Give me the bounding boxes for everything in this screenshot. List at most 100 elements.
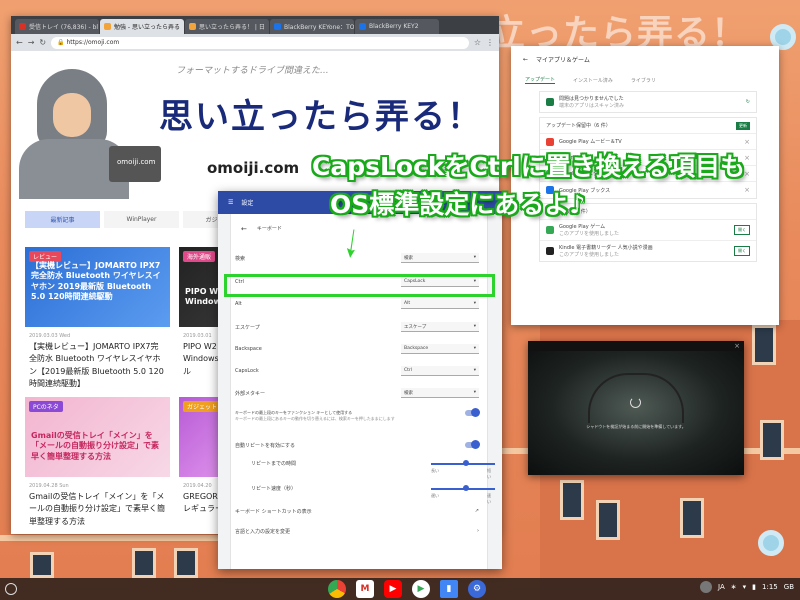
browser-tab[interactable]: BlackBerry KEY2 (355, 19, 439, 34)
setting-row-backspace: Backspace Backspace ▾ (235, 342, 479, 356)
slider-max-label: 速い (487, 493, 491, 504)
tab-label: 勉強 - 思い立ったら弄る (114, 24, 180, 31)
app-name: Kindle 電子書籍リーダー 人気小説や漫画 (559, 245, 653, 251)
article-date: 2019.03.03 Wed (29, 333, 71, 339)
tab-label: BlackBerry KEY2 (369, 23, 419, 30)
laptop-label: omoiji.com (117, 158, 156, 166)
key-select[interactable]: Ctrl ▾ (401, 366, 479, 376)
play-store-icon[interactable]: ▶ (412, 580, 430, 598)
pinned-apps: M ▶ ▶ ▮ ⚙ (328, 580, 486, 598)
star-icon[interactable]: ☆ (474, 38, 481, 47)
play-header: ← マイアプリ＆ゲーム (511, 46, 779, 73)
repeat-rate-slider[interactable] (431, 485, 495, 491)
address-bar[interactable]: 🔒 https://omoji.com (51, 36, 469, 49)
tab-label: 受信トレイ (76,836) - bl (29, 24, 99, 31)
article-card[interactable]: レビュー 【実機レビュー】JOMARTO IPX7完全防水 Bluetooth … (25, 247, 170, 391)
battery-icon: ▮ (752, 583, 757, 591)
article-title[interactable]: Gmailの受信トレイ「メイン」を「メールの自動振り分け設定」で素早く簡単整理す… (29, 491, 166, 528)
status-tray[interactable]: JA ∗ ▾ ▮ 1:15 GB (700, 581, 794, 593)
ime-indicator[interactable]: JA (718, 583, 725, 591)
key-select[interactable]: Alt ▾ (401, 299, 479, 309)
key-select[interactable]: 検索 ▾ (401, 253, 479, 263)
page-title: キーボード (256, 226, 282, 232)
menu-icon[interactable]: ⋮ (486, 38, 494, 47)
tab-library[interactable]: ライブラリ (631, 77, 656, 84)
settings-icon[interactable]: ⚙ (468, 580, 486, 598)
gmail-icon (19, 23, 26, 30)
article-title[interactable]: 【実機レビュー】JOMARTO IPX7完全防水 Bluetooth ワイヤレス… (29, 341, 166, 391)
key-select[interactable]: Backspace ▾ (401, 344, 479, 354)
reload-icon[interactable]: ↻ (39, 38, 46, 47)
setting-label: 検索 (235, 255, 246, 262)
update-all-button[interactable]: 更新 (736, 121, 750, 130)
clock: 1:15 (762, 583, 778, 591)
site-icon (274, 23, 281, 30)
slider-min-label: 遅い (431, 493, 439, 498)
setting-label: 言語と入力の設定を変更 (235, 528, 291, 535)
open-button[interactable]: 開く (734, 246, 750, 256)
settings-window[interactable]: ☰ 設定 ← キーボード 検索 検索 ▾ Ctrl CapsLock ▾ Alt Alt ▾… (218, 191, 502, 569)
browser-tab-active[interactable]: 勉強 - 思い立ったら弄る (100, 19, 184, 34)
select-value: Alt (404, 301, 411, 306)
article-thumbnail: PCのネタ Gmailの受信トレイ「メイン」を「メールの自動振り分け設定」で素早… (25, 397, 170, 477)
setting-label: Backspace (235, 346, 262, 352)
keyboard-layout-indicator: GB (783, 583, 794, 591)
gmail-icon[interactable]: M (356, 580, 374, 598)
dropdown-icon: ▾ (473, 390, 476, 395)
tab-strip: 受信トレイ (76,836) - bl 勉強 - 思い立ったら弄る 思い立ったら… (11, 16, 499, 34)
play-title: マイアプリ＆ゲーム (536, 57, 590, 64)
open-button[interactable]: 開く (734, 225, 750, 235)
shelf: M ▶ ▶ ▮ ⚙ JA ∗ ▾ ▮ 1:15 GB (0, 578, 800, 600)
category-tab-winplayer[interactable]: WinPlayer (104, 211, 179, 228)
setting-row-input[interactable]: 言語と入力の設定を変更 › (235, 524, 479, 538)
tab-updates[interactable]: アップデート (525, 76, 556, 84)
setting-label: キーボードの最上段のキーをファンクション キーとして使用する (235, 410, 353, 415)
settings-title: 設定 (241, 200, 254, 207)
back-icon[interactable]: ← (523, 56, 528, 63)
site-logo[interactable]: 思い立ったら弄る！ (159, 89, 483, 138)
setting-label: 自動リピートを有効にする (235, 442, 296, 449)
repeat-delay-slider[interactable] (431, 460, 495, 466)
browser-tab[interactable]: 受信トレイ (76,836) - bl (15, 19, 99, 34)
article-card[interactable]: PCのネタ Gmailの受信トレイ「メイン」を「メールの自動振り分け設定」で素早… (25, 397, 170, 529)
close-icon[interactable]: × (744, 170, 750, 178)
annotation-line-1: CapsLockをCtrlに置き換える項目も (312, 152, 745, 181)
tab-installed[interactable]: インストール済み (573, 77, 613, 84)
arrow-down-icon (345, 229, 358, 259)
select-value: 検索 (404, 255, 413, 261)
refresh-icon[interactable]: ↻ (746, 99, 750, 105)
app-icon (546, 247, 554, 255)
close-icon[interactable]: × (744, 154, 750, 162)
video-window[interactable]: × シャドウトを検証が始まる前に開始を準備しています。 (528, 341, 744, 475)
close-icon[interactable]: × (734, 342, 740, 350)
close-icon[interactable]: × (744, 186, 750, 194)
setting-sublabel: キーボードの最上段にあるキーの動作を切り替えるには、検索キーを押したままにします (235, 415, 395, 421)
fkeys-toggle[interactable] (465, 408, 480, 417)
key-select[interactable]: 検索 ▾ (401, 388, 479, 398)
key-select[interactable]: エスケープ ▾ (401, 322, 479, 332)
category-tab-latest[interactable]: 最新記事 (25, 211, 100, 228)
back-icon[interactable]: ← (241, 225, 247, 233)
annotation-line-2: OS標準設定にあるよ♪ (330, 190, 586, 219)
article-badge: ガジェット (183, 401, 222, 412)
browser-tab[interactable]: BlackBerry KEYone：TOI (270, 19, 354, 34)
files-icon[interactable]: ▮ (440, 580, 458, 598)
site-icon (359, 23, 366, 30)
launcher-icon[interactable] (5, 583, 17, 595)
browser-tab[interactable]: 思い立ったら弄る！ | 日 (185, 19, 269, 34)
site-icon (189, 23, 196, 30)
youtube-icon[interactable]: ▶ (384, 580, 402, 598)
setting-label: Alt (235, 301, 242, 307)
chrome-icon[interactable] (328, 580, 346, 598)
close-icon[interactable]: × (744, 138, 750, 146)
stylus-icon[interactable] (700, 581, 713, 593)
forward-icon[interactable]: → (28, 38, 35, 47)
setting-row-shortcuts[interactable]: キーボード ショートカットの表示 ↗ (235, 504, 479, 518)
back-icon[interactable]: ← (16, 38, 23, 47)
autorepeat-toggle[interactable] (465, 440, 480, 449)
hamburger-menu-icon[interactable]: ☰ (228, 199, 233, 206)
site-domain: omoiji.com (207, 159, 300, 177)
select-value: 検索 (404, 390, 413, 396)
setting-label: エスケープ (235, 324, 260, 331)
setting-row-alt: Alt Alt ▾ (235, 297, 479, 311)
